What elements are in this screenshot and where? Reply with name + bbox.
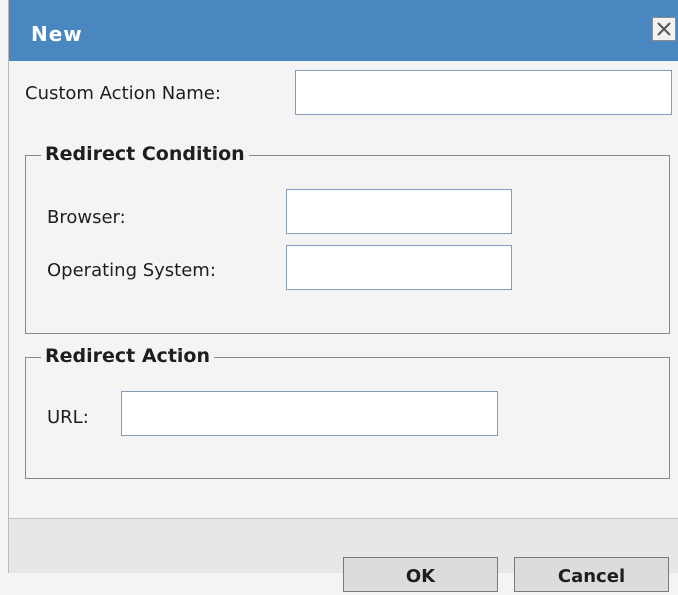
- cancel-button[interactable]: Cancel: [514, 557, 669, 592]
- url-input[interactable]: [121, 391, 498, 436]
- browser-input[interactable]: [286, 189, 512, 234]
- custom-action-name-input[interactable]: [295, 70, 672, 115]
- redirect-condition-legend: Redirect Condition: [41, 143, 249, 165]
- custom-action-name-label: Custom Action Name:: [25, 83, 221, 104]
- ok-button[interactable]: OK: [343, 557, 498, 592]
- url-label: URL:: [47, 407, 89, 428]
- browser-label: Browser:: [47, 207, 126, 228]
- redirect-action-legend: Redirect Action: [41, 345, 214, 367]
- close-x-icon: [657, 22, 671, 36]
- dialog-title: New: [31, 22, 83, 46]
- operating-system-input[interactable]: [286, 245, 512, 290]
- dialog-titlebar[interactable]: New: [9, 0, 678, 61]
- close-button[interactable]: [652, 17, 676, 41]
- new-dialog: New Custom Action Name: Redirect Conditi…: [8, 0, 678, 592]
- operating-system-label: Operating System:: [47, 260, 216, 281]
